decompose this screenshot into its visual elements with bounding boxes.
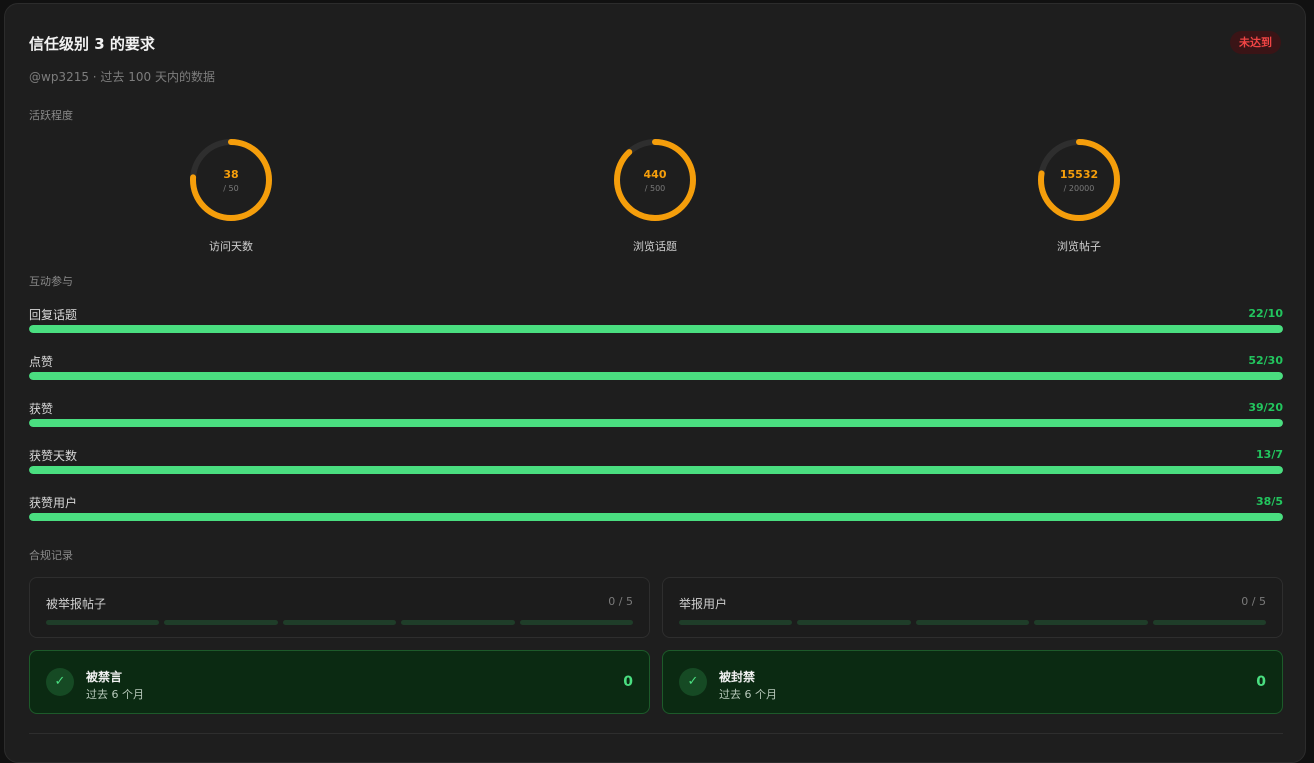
bar-track <box>29 419 1283 427</box>
bar-label: 获赞 <box>29 402 54 416</box>
bar-value: 39/20 <box>1248 401 1283 414</box>
status-badge: 未达到 <box>1230 31 1281 54</box>
status-silenced: ✓ 被禁言 过去 6 个月 0 <box>29 650 650 714</box>
status-subtitle: 过去 6 个月 <box>86 688 144 701</box>
bar-replies: 回复话题 22/10 <box>29 306 1283 342</box>
record-count: 0 / 5 <box>1241 595 1266 608</box>
ring-label: 访问天数 <box>209 240 253 253</box>
ring-topics-viewed: 440 / 500 浏览话题 <box>595 136 715 253</box>
segment <box>1034 620 1148 625</box>
ring-value: 15532 <box>1059 168 1099 181</box>
ring-label: 浏览帖子 <box>1057 240 1101 253</box>
record-segments <box>679 620 1267 625</box>
bar-track <box>29 372 1283 380</box>
bar-fill <box>29 466 1283 474</box>
status-title: 被禁言 <box>86 670 123 684</box>
bar-label: 获赞用户 <box>29 496 78 510</box>
bar-likes-given: 点赞 52/30 <box>29 353 1283 389</box>
record-flagged-users: 举报用户 0 / 5 <box>662 577 1283 638</box>
bar-label: 回复话题 <box>29 308 78 322</box>
bar-label: 点赞 <box>29 355 54 369</box>
section-label-compliance: 合规记录 <box>29 549 73 562</box>
record-segments <box>46 620 634 625</box>
bar-track <box>29 513 1283 521</box>
record-label: 举报用户 <box>679 597 728 611</box>
segment <box>519 620 634 625</box>
section-label-activity: 活跃程度 <box>29 109 73 122</box>
trust-level-card: 信任级别 3 的要求 未达到 @wp3215 · 过去 100 天内的数据 活跃… <box>4 3 1306 763</box>
check-icon: ✓ <box>679 668 707 696</box>
status-title: 被封禁 <box>719 670 756 684</box>
card-subtitle: @wp3215 · 过去 100 天内的数据 <box>29 70 215 84</box>
bar-value: 38/5 <box>1256 495 1283 508</box>
check-icon: ✓ <box>46 668 74 696</box>
segment <box>915 620 1030 625</box>
bar-liked-days: 获赞天数 13/7 <box>29 447 1283 483</box>
bar-label: 获赞天数 <box>29 449 78 463</box>
card-title: 信任级别 3 的要求 <box>29 35 155 53</box>
segment <box>164 620 278 625</box>
section-label-interaction: 互动参与 <box>29 275 73 288</box>
status-value: 0 <box>1256 674 1266 690</box>
record-flagged-posts: 被举报帖子 0 / 5 <box>29 577 650 638</box>
bar-track <box>29 466 1283 474</box>
segment <box>797 620 911 625</box>
bar-fill <box>29 372 1283 380</box>
record-count: 0 / 5 <box>608 595 633 608</box>
bar-fill <box>29 513 1283 521</box>
ring-max: / 50 <box>223 184 239 193</box>
ring-max: / 20000 <box>1063 184 1095 193</box>
segment <box>401 620 515 625</box>
ring-value: 38 <box>223 168 239 181</box>
bar-fill <box>29 325 1283 333</box>
ring-value: 440 <box>643 168 667 181</box>
bar-value: 22/10 <box>1248 307 1283 320</box>
status-value: 0 <box>623 674 633 690</box>
status-subtitle: 过去 6 个月 <box>719 688 777 701</box>
ring-visit-days: 38 / 50 访问天数 <box>171 136 291 253</box>
divider <box>29 733 1283 734</box>
status-suspended: ✓ 被封禁 过去 6 个月 0 <box>662 650 1283 714</box>
record-label: 被举报帖子 <box>46 597 107 611</box>
bar-value: 52/30 <box>1248 354 1283 367</box>
bar-track <box>29 325 1283 333</box>
segment <box>46 620 160 625</box>
bar-likes-received: 获赞 39/20 <box>29 400 1283 436</box>
bar-fill <box>29 419 1283 427</box>
segment <box>1152 620 1267 625</box>
ring-label: 浏览话题 <box>633 240 677 253</box>
bar-value: 13/7 <box>1256 448 1283 461</box>
ring-max: / 500 <box>644 184 666 193</box>
segment <box>679 620 793 625</box>
ring-posts-read: 15532 / 20000 浏览帖子 <box>1019 136 1139 253</box>
bar-liked-users: 获赞用户 38/5 <box>29 494 1283 530</box>
segment <box>282 620 397 625</box>
